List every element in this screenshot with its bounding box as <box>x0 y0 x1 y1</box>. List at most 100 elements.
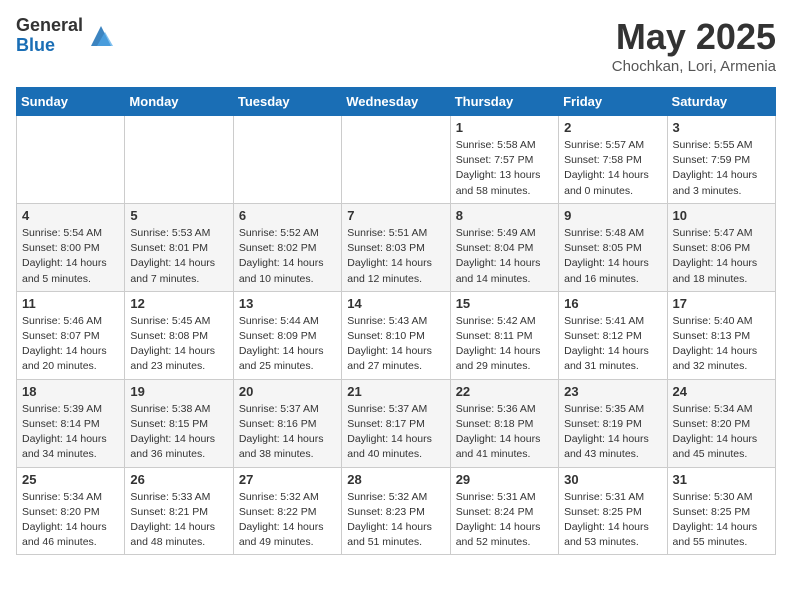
calendar-cell <box>233 116 341 204</box>
weekday-header-wednesday: Wednesday <box>342 88 450 116</box>
day-info: Sunrise: 5:36 AM Sunset: 8:18 PM Dayligh… <box>456 402 553 463</box>
day-number: 24 <box>673 384 770 399</box>
weekday-header-thursday: Thursday <box>450 88 558 116</box>
logo-icon <box>87 22 115 50</box>
calendar-cell: 22 Sunrise: 5:36 AM Sunset: 8:18 PM Dayli… <box>450 379 558 467</box>
calendar-cell: 20 Sunrise: 5:37 AM Sunset: 8:16 PM Dayli… <box>233 379 341 467</box>
day-number: 29 <box>456 472 553 487</box>
day-number: 12 <box>130 296 227 311</box>
calendar-cell: 26 Sunrise: 5:33 AM Sunset: 8:21 PM Dayli… <box>125 467 233 555</box>
day-number: 2 <box>564 120 661 135</box>
calendar-cell: 10Sunrise: 5:47 AM Sunset: 8:06 PM Dayli… <box>667 203 775 291</box>
logo: General Blue <box>16 16 115 56</box>
calendar-cell: 28 Sunrise: 5:32 AM Sunset: 8:23 PM Dayli… <box>342 467 450 555</box>
calendar-cell: 11 Sunrise: 5:46 AM Sunset: 8:07 PM Dayli… <box>17 291 125 379</box>
logo-blue-text: Blue <box>16 36 83 56</box>
day-number: 3 <box>673 120 770 135</box>
location: Chochkan, Lori, Armenia <box>612 58 776 75</box>
calendar-cell: 7 Sunrise: 5:51 AM Sunset: 8:03 PM Daylig… <box>342 203 450 291</box>
day-info: Sunrise: 5:35 AM Sunset: 8:19 PM Dayligh… <box>564 402 661 463</box>
day-number: 28 <box>347 472 444 487</box>
day-info: Sunrise: 5:40 AM Sunset: 8:13 PM Dayligh… <box>673 314 770 375</box>
day-info: Sunrise: 5:31 AM Sunset: 8:25 PM Dayligh… <box>564 490 661 551</box>
page-header: General Blue May 2025 Chochkan, Lori, Ar… <box>16 16 776 75</box>
day-info: Sunrise: 5:32 AM Sunset: 8:23 PM Dayligh… <box>347 490 444 551</box>
day-info: Sunrise: 5:51 AM Sunset: 8:03 PM Dayligh… <box>347 226 444 287</box>
day-info: Sunrise: 5:58 AM Sunset: 7:57 PM Dayligh… <box>456 138 553 199</box>
day-info: Sunrise: 5:41 AM Sunset: 8:12 PM Dayligh… <box>564 314 661 375</box>
calendar-cell: 19 Sunrise: 5:38 AM Sunset: 8:15 PM Dayli… <box>125 379 233 467</box>
calendar-week-row: 1 Sunrise: 5:58 AM Sunset: 7:57 PM Daylig… <box>17 116 776 204</box>
day-number: 23 <box>564 384 661 399</box>
day-number: 7 <box>347 208 444 223</box>
calendar-table: SundayMondayTuesdayWednesdayThursdayFrid… <box>16 87 776 555</box>
day-info: Sunrise: 5:38 AM Sunset: 8:15 PM Dayligh… <box>130 402 227 463</box>
calendar-week-row: 25Sunrise: 5:34 AM Sunset: 8:20 PM Dayli… <box>17 467 776 555</box>
calendar-week-row: 11 Sunrise: 5:46 AM Sunset: 8:07 PM Dayli… <box>17 291 776 379</box>
calendar-cell: 4Sunrise: 5:54 AM Sunset: 8:00 PM Daylig… <box>17 203 125 291</box>
day-info: Sunrise: 5:52 AM Sunset: 8:02 PM Dayligh… <box>239 226 336 287</box>
calendar-cell: 30 Sunrise: 5:31 AM Sunset: 8:25 PM Dayli… <box>559 467 667 555</box>
day-number: 30 <box>564 472 661 487</box>
calendar-cell: 27Sunrise: 5:32 AM Sunset: 8:22 PM Dayli… <box>233 467 341 555</box>
day-info: Sunrise: 5:34 AM Sunset: 8:20 PM Dayligh… <box>22 490 119 551</box>
day-info: Sunrise: 5:37 AM Sunset: 8:17 PM Dayligh… <box>347 402 444 463</box>
day-info: Sunrise: 5:45 AM Sunset: 8:08 PM Dayligh… <box>130 314 227 375</box>
day-info: Sunrise: 5:33 AM Sunset: 8:21 PM Dayligh… <box>130 490 227 551</box>
calendar-cell: 2 Sunrise: 5:57 AM Sunset: 7:58 PM Daylig… <box>559 116 667 204</box>
day-info: Sunrise: 5:57 AM Sunset: 7:58 PM Dayligh… <box>564 138 661 199</box>
day-info: Sunrise: 5:43 AM Sunset: 8:10 PM Dayligh… <box>347 314 444 375</box>
day-info: Sunrise: 5:44 AM Sunset: 8:09 PM Dayligh… <box>239 314 336 375</box>
day-number: 13 <box>239 296 336 311</box>
day-number: 18 <box>22 384 119 399</box>
calendar-cell: 1 Sunrise: 5:58 AM Sunset: 7:57 PM Daylig… <box>450 116 558 204</box>
weekday-header-monday: Monday <box>125 88 233 116</box>
calendar-cell: 13 Sunrise: 5:44 AM Sunset: 8:09 PM Dayli… <box>233 291 341 379</box>
day-info: Sunrise: 5:30 AM Sunset: 8:25 PM Dayligh… <box>673 490 770 551</box>
day-number: 31 <box>673 472 770 487</box>
calendar-cell: 21 Sunrise: 5:37 AM Sunset: 8:17 PM Dayli… <box>342 379 450 467</box>
day-info: Sunrise: 5:39 AM Sunset: 8:14 PM Dayligh… <box>22 402 119 463</box>
calendar-cell <box>17 116 125 204</box>
day-number: 20 <box>239 384 336 399</box>
calendar-week-row: 4Sunrise: 5:54 AM Sunset: 8:00 PM Daylig… <box>17 203 776 291</box>
day-number: 8 <box>456 208 553 223</box>
calendar-week-row: 18 Sunrise: 5:39 AM Sunset: 8:14 PM Dayli… <box>17 379 776 467</box>
calendar-cell: 14Sunrise: 5:43 AM Sunset: 8:10 PM Dayli… <box>342 291 450 379</box>
calendar-cell: 12 Sunrise: 5:45 AM Sunset: 8:08 PM Dayli… <box>125 291 233 379</box>
calendar-cell <box>342 116 450 204</box>
day-info: Sunrise: 5:34 AM Sunset: 8:20 PM Dayligh… <box>673 402 770 463</box>
calendar-cell: 8 Sunrise: 5:49 AM Sunset: 8:04 PM Daylig… <box>450 203 558 291</box>
calendar-cell: 3 Sunrise: 5:55 AM Sunset: 7:59 PM Daylig… <box>667 116 775 204</box>
calendar-cell: 16 Sunrise: 5:41 AM Sunset: 8:12 PM Dayli… <box>559 291 667 379</box>
calendar-cell: 9Sunrise: 5:48 AM Sunset: 8:05 PM Daylig… <box>559 203 667 291</box>
day-number: 1 <box>456 120 553 135</box>
calendar-cell <box>125 116 233 204</box>
day-number: 21 <box>347 384 444 399</box>
day-number: 26 <box>130 472 227 487</box>
day-info: Sunrise: 5:55 AM Sunset: 7:59 PM Dayligh… <box>673 138 770 199</box>
weekday-header-row: SundayMondayTuesdayWednesdayThursdayFrid… <box>17 88 776 116</box>
day-info: Sunrise: 5:32 AM Sunset: 8:22 PM Dayligh… <box>239 490 336 551</box>
day-info: Sunrise: 5:48 AM Sunset: 8:05 PM Dayligh… <box>564 226 661 287</box>
weekday-header-friday: Friday <box>559 88 667 116</box>
calendar-cell: 17 Sunrise: 5:40 AM Sunset: 8:13 PM Dayli… <box>667 291 775 379</box>
day-number: 19 <box>130 384 227 399</box>
day-info: Sunrise: 5:37 AM Sunset: 8:16 PM Dayligh… <box>239 402 336 463</box>
day-number: 10 <box>673 208 770 223</box>
day-number: 17 <box>673 296 770 311</box>
day-number: 16 <box>564 296 661 311</box>
day-info: Sunrise: 5:42 AM Sunset: 8:11 PM Dayligh… <box>456 314 553 375</box>
day-number: 4 <box>22 208 119 223</box>
calendar-cell: 24 Sunrise: 5:34 AM Sunset: 8:20 PM Dayli… <box>667 379 775 467</box>
day-info: Sunrise: 5:49 AM Sunset: 8:04 PM Dayligh… <box>456 226 553 287</box>
day-info: Sunrise: 5:53 AM Sunset: 8:01 PM Dayligh… <box>130 226 227 287</box>
day-number: 11 <box>22 296 119 311</box>
day-number: 6 <box>239 208 336 223</box>
calendar-cell: 23 Sunrise: 5:35 AM Sunset: 8:19 PM Dayli… <box>559 379 667 467</box>
title-block: May 2025 Chochkan, Lori, Armenia <box>612 16 776 75</box>
calendar-cell: 15Sunrise: 5:42 AM Sunset: 8:11 PM Dayli… <box>450 291 558 379</box>
day-info: Sunrise: 5:46 AM Sunset: 8:07 PM Dayligh… <box>22 314 119 375</box>
calendar-cell: 25Sunrise: 5:34 AM Sunset: 8:20 PM Dayli… <box>17 467 125 555</box>
day-number: 22 <box>456 384 553 399</box>
